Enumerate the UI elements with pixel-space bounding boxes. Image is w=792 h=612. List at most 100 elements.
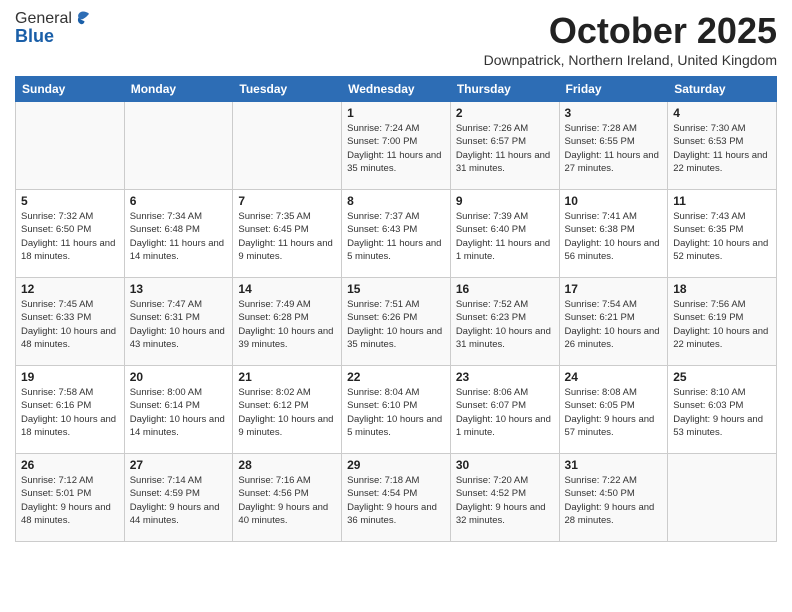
calendar-cell: 18 Sunrise: 7:56 AM Sunset: 6:19 PM Dayli… (668, 278, 777, 366)
day-info: Sunrise: 7:34 AM Sunset: 6:48 PM Dayligh… (130, 210, 228, 263)
calendar-cell (16, 102, 125, 190)
day-info: Sunrise: 7:39 AM Sunset: 6:40 PM Dayligh… (456, 210, 554, 263)
day-info: Sunrise: 7:49 AM Sunset: 6:28 PM Dayligh… (238, 298, 336, 351)
day-info: Sunrise: 7:30 AM Sunset: 6:53 PM Dayligh… (673, 122, 771, 175)
day-number: 10 (565, 194, 663, 208)
day-number: 24 (565, 370, 663, 384)
logo: General Blue (15, 10, 92, 47)
day-info: Sunrise: 7:47 AM Sunset: 6:31 PM Dayligh… (130, 298, 228, 351)
calendar-cell (124, 102, 233, 190)
day-number: 19 (21, 370, 119, 384)
day-info: Sunrise: 7:56 AM Sunset: 6:19 PM Dayligh… (673, 298, 771, 351)
day-number: 27 (130, 458, 228, 472)
day-info: Sunrise: 8:00 AM Sunset: 6:14 PM Dayligh… (130, 386, 228, 439)
calendar-cell (668, 454, 777, 542)
calendar-cell: 9 Sunrise: 7:39 AM Sunset: 6:40 PM Daylig… (450, 190, 559, 278)
calendar-cell: 15 Sunrise: 7:51 AM Sunset: 6:26 PM Dayli… (342, 278, 451, 366)
day-number: 8 (347, 194, 445, 208)
calendar-cell: 29Sunrise: 7:18 AM Sunset: 4:54 PM Dayli… (342, 454, 451, 542)
day-number: 6 (130, 194, 228, 208)
title-section: October 2025 Downpatrick, Northern Irela… (484, 10, 777, 68)
day-number: 16 (456, 282, 554, 296)
day-info: Sunrise: 8:06 AM Sunset: 6:07 PM Dayligh… (456, 386, 554, 439)
day-info: Sunrise: 7:20 AM Sunset: 4:52 PM Dayligh… (456, 474, 554, 527)
day-info: Sunrise: 7:51 AM Sunset: 6:26 PM Dayligh… (347, 298, 445, 351)
day-number: 9 (456, 194, 554, 208)
day-info: Sunrise: 7:32 AM Sunset: 6:50 PM Dayligh… (21, 210, 119, 263)
calendar-cell: 16 Sunrise: 7:52 AM Sunset: 6:23 PM Dayli… (450, 278, 559, 366)
calendar-cell: 25 Sunrise: 8:10 AM Sunset: 6:03 PM Dayli… (668, 366, 777, 454)
day-number: 14 (238, 282, 336, 296)
day-number: 26 (21, 458, 119, 472)
day-number: 15 (347, 282, 445, 296)
day-number: 23 (456, 370, 554, 384)
day-number: 18 (673, 282, 771, 296)
day-number: 17 (565, 282, 663, 296)
day-info: Sunrise: 7:37 AM Sunset: 6:43 PM Dayligh… (347, 210, 445, 263)
day-info: Sunrise: 7:58 AM Sunset: 6:16 PM Dayligh… (21, 386, 119, 439)
day-info: Sunrise: 8:10 AM Sunset: 6:03 PM Dayligh… (673, 386, 771, 439)
day-info: Sunrise: 7:14 AM Sunset: 4:59 PM Dayligh… (130, 474, 228, 527)
calendar-cell: 20Sunrise: 8:00 AM Sunset: 6:14 PM Dayli… (124, 366, 233, 454)
calendar-week-row: 19 Sunrise: 7:58 AM Sunset: 6:16 PM Dayli… (16, 366, 777, 454)
day-info: Sunrise: 7:43 AM Sunset: 6:35 PM Dayligh… (673, 210, 771, 263)
calendar-cell (233, 102, 342, 190)
day-number: 25 (673, 370, 771, 384)
calendar-cell: 26 Sunrise: 7:12 AM Sunset: 5:01 PM Dayli… (16, 454, 125, 542)
calendar-cell: 17Sunrise: 7:54 AM Sunset: 6:21 PM Dayli… (559, 278, 668, 366)
day-info: Sunrise: 7:52 AM Sunset: 6:23 PM Dayligh… (456, 298, 554, 351)
calendar-table: SundayMondayTuesdayWednesdayThursdayFrid… (15, 76, 777, 542)
day-info: Sunrise: 7:12 AM Sunset: 5:01 PM Dayligh… (21, 474, 119, 527)
calendar-cell: 21 Sunrise: 8:02 AM Sunset: 6:12 PM Dayli… (233, 366, 342, 454)
day-info: Sunrise: 7:18 AM Sunset: 4:54 PM Dayligh… (347, 474, 445, 527)
calendar-cell: 13 Sunrise: 7:47 AM Sunset: 6:31 PM Dayli… (124, 278, 233, 366)
day-info: Sunrise: 7:24 AM Sunset: 7:00 PM Dayligh… (347, 122, 445, 175)
day-number: 2 (456, 106, 554, 120)
calendar-header-row: SundayMondayTuesdayWednesdayThursdayFrid… (16, 77, 777, 102)
calendar-cell: 2Sunrise: 7:26 AM Sunset: 6:57 PM Daylig… (450, 102, 559, 190)
day-info: Sunrise: 7:35 AM Sunset: 6:45 PM Dayligh… (238, 210, 336, 263)
logo-bird-icon (74, 10, 92, 28)
calendar-cell: 8 Sunrise: 7:37 AM Sunset: 6:43 PM Daylig… (342, 190, 451, 278)
day-info: Sunrise: 7:41 AM Sunset: 6:38 PM Dayligh… (565, 210, 663, 263)
day-info: Sunrise: 7:28 AM Sunset: 6:55 PM Dayligh… (565, 122, 663, 175)
calendar-cell: 27 Sunrise: 7:14 AM Sunset: 4:59 PM Dayli… (124, 454, 233, 542)
header-friday: Friday (559, 77, 668, 102)
calendar-cell: 11 Sunrise: 7:43 AM Sunset: 6:35 PM Dayli… (668, 190, 777, 278)
calendar-cell: 3Sunrise: 7:28 AM Sunset: 6:55 PM Daylig… (559, 102, 668, 190)
calendar-cell: 6 Sunrise: 7:34 AM Sunset: 6:48 PM Daylig… (124, 190, 233, 278)
header-wednesday: Wednesday (342, 77, 451, 102)
calendar-cell: 30Sunrise: 7:20 AM Sunset: 4:52 PM Dayli… (450, 454, 559, 542)
day-number: 11 (673, 194, 771, 208)
day-number: 7 (238, 194, 336, 208)
calendar-cell: 31 Sunrise: 7:22 AM Sunset: 4:50 PM Dayli… (559, 454, 668, 542)
calendar-cell: 7 Sunrise: 7:35 AM Sunset: 6:45 PM Daylig… (233, 190, 342, 278)
calendar-cell: 14 Sunrise: 7:49 AM Sunset: 6:28 PM Dayli… (233, 278, 342, 366)
calendar-cell: 10 Sunrise: 7:41 AM Sunset: 6:38 PM Dayli… (559, 190, 668, 278)
top-row: General Blue October 2025 Downpatrick, N… (15, 10, 777, 70)
day-info: Sunrise: 7:22 AM Sunset: 4:50 PM Dayligh… (565, 474, 663, 527)
header-monday: Monday (124, 77, 233, 102)
day-number: 21 (238, 370, 336, 384)
day-info: Sunrise: 8:02 AM Sunset: 6:12 PM Dayligh… (238, 386, 336, 439)
day-number: 28 (238, 458, 336, 472)
calendar-cell: 24Sunrise: 8:08 AM Sunset: 6:05 PM Dayli… (559, 366, 668, 454)
header-tuesday: Tuesday (233, 77, 342, 102)
calendar-cell: 12Sunrise: 7:45 AM Sunset: 6:33 PM Dayli… (16, 278, 125, 366)
calendar-cell: 22Sunrise: 8:04 AM Sunset: 6:10 PM Dayli… (342, 366, 451, 454)
calendar-cell: 23 Sunrise: 8:06 AM Sunset: 6:07 PM Dayli… (450, 366, 559, 454)
calendar-cell: 4Sunrise: 7:30 AM Sunset: 6:53 PM Daylig… (668, 102, 777, 190)
calendar-week-row: 5Sunrise: 7:32 AM Sunset: 6:50 PM Daylig… (16, 190, 777, 278)
calendar-cell: 28Sunrise: 7:16 AM Sunset: 4:56 PM Dayli… (233, 454, 342, 542)
day-number: 13 (130, 282, 228, 296)
calendar-week-row: 12Sunrise: 7:45 AM Sunset: 6:33 PM Dayli… (16, 278, 777, 366)
header-saturday: Saturday (668, 77, 777, 102)
calendar-cell: 5Sunrise: 7:32 AM Sunset: 6:50 PM Daylig… (16, 190, 125, 278)
header-thursday: Thursday (450, 77, 559, 102)
calendar-week-row: 26 Sunrise: 7:12 AM Sunset: 5:01 PM Dayli… (16, 454, 777, 542)
calendar-cell: 19 Sunrise: 7:58 AM Sunset: 6:16 PM Dayli… (16, 366, 125, 454)
day-info: Sunrise: 8:04 AM Sunset: 6:10 PM Dayligh… (347, 386, 445, 439)
calendar-week-row: 1Sunrise: 7:24 AM Sunset: 7:00 PM Daylig… (16, 102, 777, 190)
day-number: 12 (21, 282, 119, 296)
day-number: 31 (565, 458, 663, 472)
